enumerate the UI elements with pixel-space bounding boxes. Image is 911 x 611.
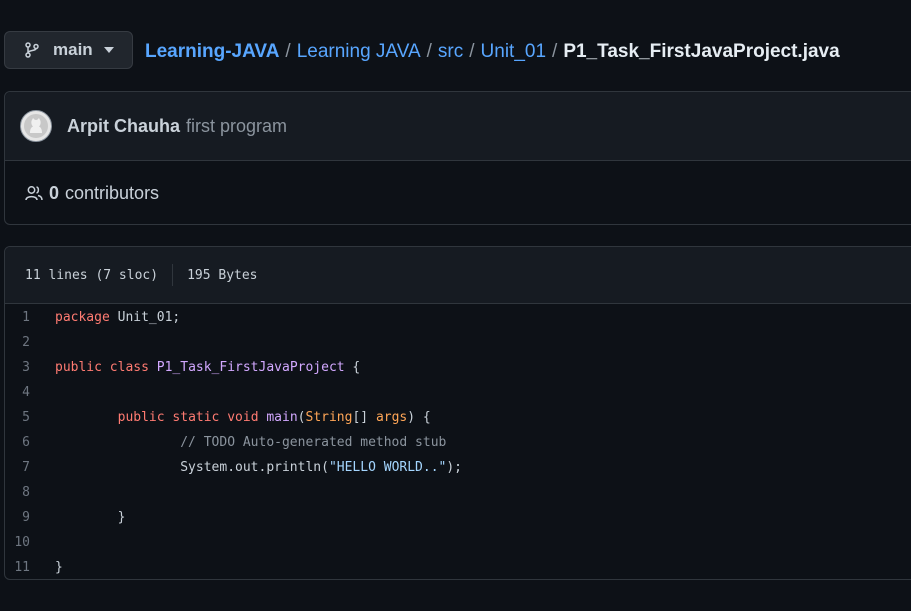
line-number[interactable]: 8 <box>5 485 55 500</box>
file-viewer: 11 lines (7 sloc) 195 Bytes 1 package Un… <box>4 246 911 580</box>
line-number[interactable]: 9 <box>5 510 55 525</box>
code-line: 9 } <box>5 505 911 530</box>
file-info-header: 11 lines (7 sloc) 195 Bytes <box>5 247 911 304</box>
avatar[interactable] <box>20 110 52 142</box>
code-view: 1 package Unit_01; 2 3 public class P1_T… <box>5 304 911 579</box>
line-number[interactable]: 6 <box>5 435 55 450</box>
code-line: 5 public static void main(String[] args)… <box>5 405 911 430</box>
code-text: { <box>344 360 361 375</box>
line-number[interactable]: 4 <box>5 385 55 400</box>
code-line: 10 <box>5 530 911 555</box>
code-keyword: class <box>109 360 149 375</box>
line-number[interactable]: 1 <box>5 310 55 325</box>
contributors-count: 0 <box>49 182 60 203</box>
code-line: 2 <box>5 330 911 355</box>
chevron-down-icon <box>103 47 114 53</box>
line-number[interactable]: 2 <box>5 335 55 350</box>
line-number[interactable]: 5 <box>5 410 55 425</box>
code-class-name: P1_Task_FirstJavaProject <box>156 360 345 375</box>
code-line: 3 public class P1_Task_FirstJavaProject … <box>5 355 911 380</box>
code-line: 11 } <box>5 555 911 579</box>
code-keyword: static <box>172 410 220 425</box>
code-type: String <box>305 410 353 425</box>
contributors-row[interactable]: 0 contributors <box>5 160 911 226</box>
code-parameter: args <box>375 410 408 425</box>
code-text: } <box>55 560 63 575</box>
line-number[interactable]: 10 <box>5 535 55 550</box>
line-number[interactable]: 3 <box>5 360 55 375</box>
code-line: 4 <box>5 380 911 405</box>
code-keyword: public <box>55 360 102 375</box>
commit-message-link[interactable]: first program <box>186 116 287 137</box>
github-octocat-icon <box>24 114 48 138</box>
code-keyword: public <box>117 410 165 425</box>
breadcrumb-current-file: P1_Task_FirstJavaProject.java <box>563 41 840 62</box>
code-text: ); <box>446 460 463 475</box>
code-comment: // TODO Auto-generated method stub <box>180 435 447 450</box>
code-method-name: main <box>266 410 298 425</box>
branch-name: main <box>53 40 93 59</box>
breadcrumb-separator: / <box>552 41 558 62</box>
breadcrumb-separator: / <box>469 41 475 62</box>
file-line-count: 11 lines (7 sloc) <box>25 267 159 283</box>
breadcrumb-separator: / <box>426 41 432 62</box>
git-branch-icon <box>25 42 39 58</box>
people-icon <box>25 186 43 201</box>
code-string: "HELLO WORLD.." <box>328 460 447 475</box>
code-text: System.out.println( <box>180 460 329 475</box>
code-keyword: void <box>227 410 259 425</box>
code-text: [] <box>352 410 376 425</box>
code-keyword: package <box>55 310 110 325</box>
breadcrumb-repo-link[interactable]: Learning-JAVA <box>145 41 279 62</box>
breadcrumb-separator: / <box>285 41 291 62</box>
breadcrumb: Learning-JAVA / Learning JAVA / src / Unit_01/… <box>145 40 840 64</box>
commit-info-box: Arpit Chauha first program 0 contributor… <box>4 91 911 225</box>
breadcrumb-link-unit-01[interactable]: Unit_01 <box>481 41 547 62</box>
code-text: ( <box>297 410 306 425</box>
code-line: 7 System.out.println("HELLO WORLD.."); <box>5 455 911 480</box>
file-size: 195 Bytes <box>187 267 258 283</box>
code-text: } <box>117 510 126 525</box>
commit-author-link[interactable]: Arpit Chauha <box>67 116 180 137</box>
branch-selector-button[interactable]: main <box>4 31 133 69</box>
line-number[interactable]: 7 <box>5 460 55 475</box>
code-line: 1 package Unit_01; <box>5 305 911 330</box>
contributors-label: contributors <box>65 182 160 203</box>
line-number[interactable]: 11 <box>5 560 55 575</box>
code-line: 6 // TODO Auto-generated method stub <box>5 430 911 455</box>
divider <box>172 264 174 286</box>
breadcrumb-link-src[interactable]: src <box>438 41 463 62</box>
breadcrumb-link-learning-java[interactable]: Learning JAVA <box>297 41 421 62</box>
code-text: Unit_01; <box>109 310 181 325</box>
code-line: 8 <box>5 480 911 505</box>
latest-commit-row: Arpit Chauha first program <box>5 92 911 161</box>
code-text: ) { <box>407 410 431 425</box>
